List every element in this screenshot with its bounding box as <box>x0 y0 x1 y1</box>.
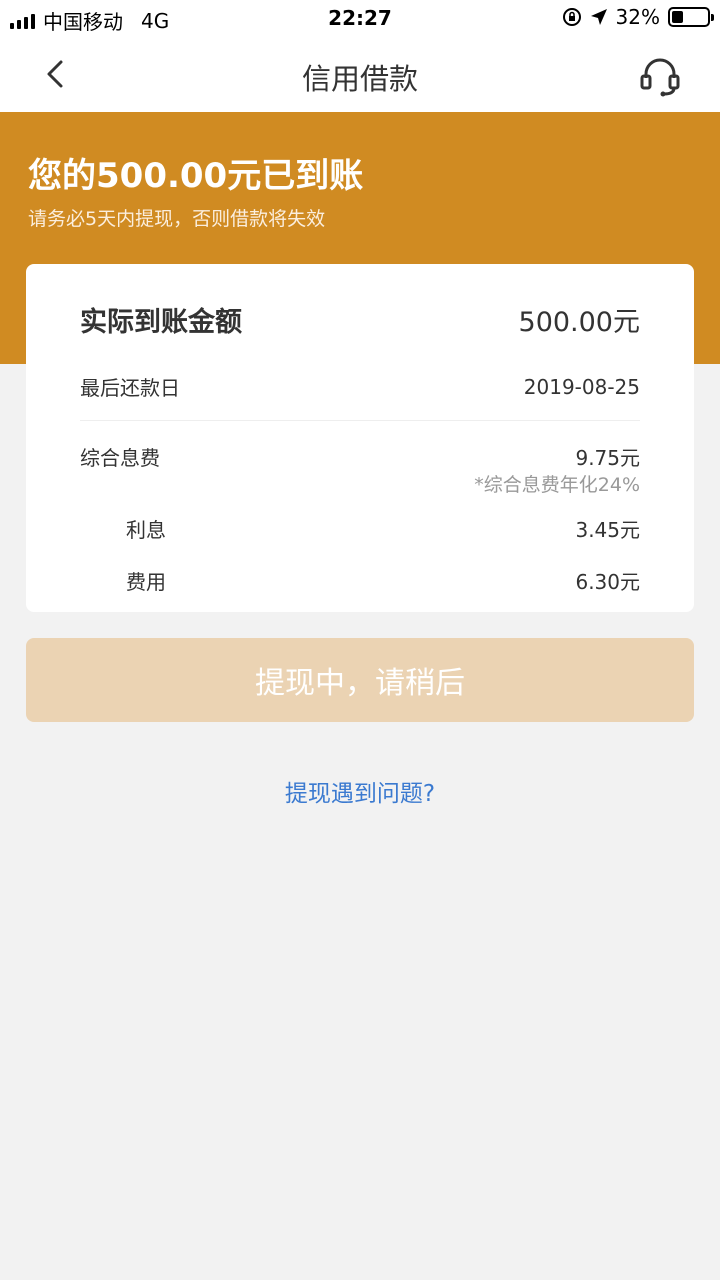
withdraw-button[interactable]: 提现中，请稍后 <box>26 638 694 722</box>
battery-icon <box>668 7 714 27</box>
battery-percent: 32% <box>615 5 660 29</box>
cost-label: 费用 <box>126 570 166 594</box>
banner-title: 您的500.00元已到账 <box>28 156 364 196</box>
location-arrow-icon <box>590 9 607 25</box>
fee-note: *综合息费年化24% <box>474 474 640 496</box>
interest-value: 3.45元 <box>575 518 640 542</box>
page-title: 信用借款 <box>301 62 418 96</box>
interest-label: 利息 <box>126 518 166 542</box>
fee-label: 综合息费 <box>80 446 160 470</box>
customer-service-button[interactable] <box>638 54 682 98</box>
nav-bar: 信用借款 <box>0 36 720 112</box>
fee-value: 9.75元 <box>575 446 640 470</box>
amount-value: 500.00元 <box>518 307 640 338</box>
interest-row: 利息 3.45元 <box>126 514 640 543</box>
cost-value: 6.30元 <box>575 570 640 594</box>
due-date-label: 最后还款日 <box>80 376 180 400</box>
battery-level <box>672 11 683 23</box>
orientation-lock-icon <box>562 8 581 26</box>
amount-row: 实际到账金额 500.00元 <box>80 300 640 339</box>
headset-icon <box>640 58 680 97</box>
withdraw-help-link[interactable]: 提现遇到问题? <box>0 774 720 808</box>
loan-detail-card: 实际到账金额 500.00元 最后还款日 2019-08-25 综合息费 9.7… <box>26 264 694 612</box>
banner-subtitle: 请务必5天内提现，否则借款将失效 <box>28 208 326 230</box>
fee-row: 综合息费 9.75元 <box>80 442 640 471</box>
status-right: 32% <box>562 5 714 29</box>
status-bar: 中国移动 4G 22:27 32% <box>0 0 720 36</box>
due-date-value: 2019-08-25 <box>523 374 640 399</box>
divider <box>80 420 640 421</box>
due-date-row: 最后还款日 2019-08-25 <box>80 372 640 401</box>
cost-row: 费用 6.30元 <box>126 566 640 595</box>
amount-label: 实际到账金额 <box>80 307 242 338</box>
